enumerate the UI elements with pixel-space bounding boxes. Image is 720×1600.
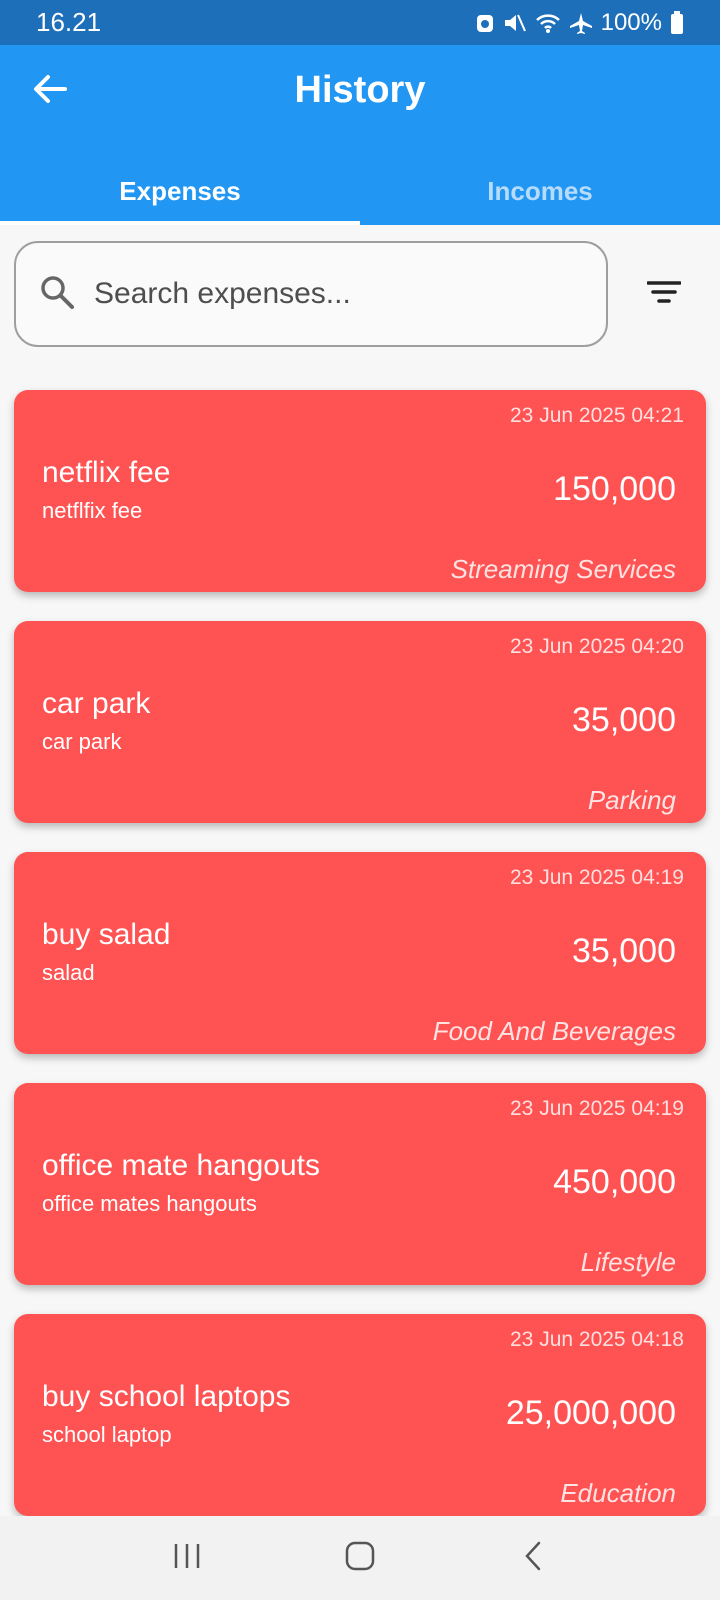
status-bar: 16.21 100%: [0, 0, 720, 45]
expense-category: Streaming Services: [450, 554, 676, 584]
expense-amount: 25,000,000: [505, 1394, 676, 1432]
home-icon: [344, 1540, 376, 1577]
expense-list: 23 Jun 2025 04:21 netflix fee netflfix f…: [14, 390, 706, 1545]
expense-card[interactable]: 23 Jun 2025 04:19 office mate hangouts o…: [14, 1083, 706, 1285]
nav-recents-button[interactable]: [147, 1528, 227, 1588]
expense-date: 23 Jun 2025 04:19: [510, 866, 684, 889]
tab-incomes[interactable]: Incomes: [360, 158, 720, 225]
expense-description: car park: [42, 729, 122, 754]
expense-card[interactable]: 23 Jun 2025 04:19 buy salad salad 35,000…: [14, 852, 706, 1054]
tab-bar: Expenses Incomes: [0, 158, 720, 225]
battery-icon: [670, 10, 684, 35]
nav-back-button[interactable]: [493, 1528, 573, 1588]
expense-title: buy salad: [42, 918, 171, 951]
nav-home-button[interactable]: [320, 1528, 400, 1588]
wifi-icon: [535, 12, 561, 34]
back-icon: [522, 1540, 544, 1577]
expense-title: netflix fee: [42, 456, 171, 489]
expense-category: Parking: [587, 785, 676, 815]
sort-icon: [646, 280, 682, 309]
app-bar: History Expenses Incomes: [0, 45, 720, 225]
expense-title: office mate hangouts: [42, 1149, 320, 1182]
expense-description: netflfix fee: [42, 498, 143, 523]
status-icons: 100%: [475, 9, 684, 37]
battery-percent: 100%: [600, 8, 662, 36]
expense-category: Food And Beverages: [432, 1016, 676, 1046]
expense-title: buy school laptops: [42, 1380, 291, 1413]
expense-description: school laptop: [42, 1422, 172, 1447]
tab-expenses[interactable]: Expenses: [0, 158, 360, 225]
search-icon: [40, 275, 74, 314]
alarm-icon: [475, 12, 495, 34]
recents-icon: [172, 1542, 202, 1575]
expense-amount: 450,000: [553, 1163, 676, 1201]
expense-date: 23 Jun 2025 04:21: [510, 404, 684, 427]
expense-description: salad: [42, 960, 95, 985]
expense-amount: 35,000: [572, 932, 676, 970]
expense-card[interactable]: 23 Jun 2025 04:21 netflix fee netflfix f…: [14, 390, 706, 592]
expense-category: Lifestyle: [580, 1247, 676, 1277]
sort-button[interactable]: [634, 270, 694, 318]
system-nav-bar: [0, 1516, 720, 1600]
expense-date: 23 Jun 2025 04:18: [510, 1328, 684, 1351]
mute-icon: [503, 12, 527, 34]
expense-card[interactable]: 23 Jun 2025 04:18 buy school laptops sch…: [14, 1314, 706, 1516]
expense-date: 23 Jun 2025 04:20: [510, 635, 684, 658]
status-time: 16.21: [36, 7, 102, 37]
search-box: [14, 241, 608, 347]
expense-date: 23 Jun 2025 04:19: [510, 1097, 684, 1120]
expense-amount: 35,000: [572, 701, 676, 739]
expense-card[interactable]: 23 Jun 2025 04:20 car park car park 35,0…: [14, 621, 706, 823]
expense-description: office mates hangouts: [42, 1191, 257, 1216]
airplane-icon: [569, 12, 593, 34]
expense-amount: 150,000: [553, 470, 676, 508]
expense-title: car park: [42, 687, 151, 720]
page-title: History: [294, 69, 426, 111]
search-input[interactable]: [94, 277, 564, 311]
expense-category: Education: [560, 1478, 676, 1508]
